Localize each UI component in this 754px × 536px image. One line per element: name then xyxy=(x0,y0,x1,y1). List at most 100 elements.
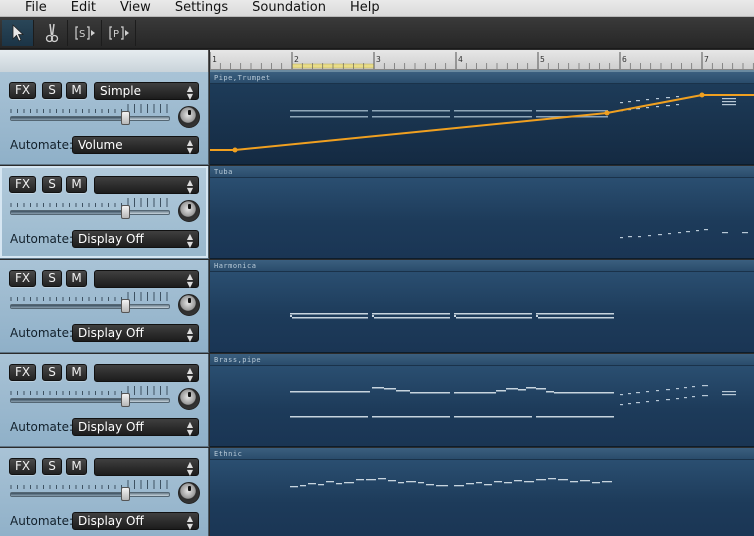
scissors-icon xyxy=(45,23,58,43)
volume-slider-ticks xyxy=(10,480,168,489)
toolbar: S P xyxy=(0,17,754,49)
lane-1-content xyxy=(210,92,754,153)
solo-button[interactable]: S xyxy=(42,458,62,475)
solo-button[interactable]: S xyxy=(42,270,62,287)
solo-button[interactable]: S xyxy=(42,176,62,193)
menu-settings[interactable]: Settings xyxy=(163,0,240,16)
volume-slider[interactable] xyxy=(10,116,170,121)
pan-knob[interactable] xyxy=(178,482,200,504)
automation-point[interactable] xyxy=(699,92,705,98)
ruler-mark: 4 xyxy=(458,55,463,64)
automate-label: Automate: xyxy=(10,326,74,340)
fx-button[interactable]: FX xyxy=(9,270,36,287)
instrument-select[interactable]: ▲ ▼ xyxy=(94,270,199,289)
automate-select[interactable]: Display Off ▲ ▼ xyxy=(72,418,199,437)
p-bracket-tool-button[interactable]: P xyxy=(104,20,136,46)
instrument-select[interactable]: Simple ▲ ▼ xyxy=(94,82,199,101)
menu-file[interactable]: File xyxy=(0,0,59,16)
fx-button[interactable]: FX xyxy=(9,364,36,381)
volume-slider-handle[interactable] xyxy=(121,487,131,501)
automate-label: Automate: xyxy=(10,514,74,528)
note-region[interactable] xyxy=(290,478,612,488)
volume-slider-handle[interactable] xyxy=(121,111,131,125)
track-lane-3[interactable]: Harmonica xyxy=(210,260,754,353)
mute-button[interactable]: M xyxy=(66,82,87,99)
volume-slider-handle[interactable] xyxy=(121,205,131,219)
track-lane-5[interactable]: Ethnic xyxy=(210,448,754,536)
lane-header: Brass,pipe xyxy=(210,354,754,366)
scissors-tool-button[interactable] xyxy=(36,20,68,46)
automation-point[interactable] xyxy=(604,110,610,116)
instrument-select[interactable]: ▲ ▼ xyxy=(94,176,199,195)
instrument-select[interactable]: ▲ ▼ xyxy=(94,458,199,477)
ruler-mark: 5 xyxy=(540,55,545,64)
automation-line[interactable] xyxy=(210,94,754,151)
track-lane-4[interactable]: Brass,pipe xyxy=(210,354,754,447)
instrument-select[interactable]: ▲ ▼ xyxy=(94,364,199,383)
pan-knob[interactable] xyxy=(178,106,200,128)
lane-2-content xyxy=(620,229,748,239)
fx-button[interactable]: FX xyxy=(9,82,36,99)
ruler-mark: 2 xyxy=(294,55,299,64)
automate-select-value: Volume xyxy=(78,138,123,152)
ruler-mark: 6 xyxy=(622,55,627,64)
timeline-ruler[interactable]: 1 2 3 4 5 6 7 xyxy=(210,50,754,70)
menu-soundation[interactable]: Soundation xyxy=(240,0,338,16)
menu-help[interactable]: Help xyxy=(338,0,392,16)
updown-arrows-icon: ▲ ▼ xyxy=(186,514,193,531)
volume-slider-handle[interactable] xyxy=(121,393,131,407)
pan-knob[interactable] xyxy=(178,388,200,410)
note-region[interactable] xyxy=(290,96,736,118)
menu-edit[interactable]: Edit xyxy=(59,0,108,16)
solo-button[interactable]: S xyxy=(42,364,62,381)
automate-select-value: Display Off xyxy=(78,514,144,528)
mute-button[interactable]: M xyxy=(66,270,87,287)
arrow-pointer-icon xyxy=(12,24,24,42)
menu-view[interactable]: View xyxy=(108,0,163,16)
mute-button[interactable]: M xyxy=(66,176,87,193)
automate-select[interactable]: Display Off ▲ ▼ xyxy=(72,230,199,249)
fx-button[interactable]: FX xyxy=(9,176,36,193)
track-list-header xyxy=(0,50,209,72)
pan-knob[interactable] xyxy=(178,200,200,222)
track-control-3: FX S M ▲ ▼ Automate: Display Off ▲ ▼ xyxy=(0,260,209,353)
volume-slider[interactable] xyxy=(10,210,170,215)
volume-slider-fill xyxy=(11,305,125,308)
mute-button[interactable]: M xyxy=(66,364,87,381)
ruler-mark: 3 xyxy=(376,55,381,64)
mute-button[interactable]: M xyxy=(66,458,87,475)
note-region[interactable] xyxy=(620,385,736,406)
automate-label: Automate: xyxy=(10,232,74,246)
lane-name: Harmonica xyxy=(214,262,257,270)
volume-slider-handle[interactable] xyxy=(121,299,131,313)
automate-label: Automate: xyxy=(10,138,74,152)
automate-select[interactable]: Display Off ▲ ▼ xyxy=(72,512,199,531)
lane-name: Tuba xyxy=(214,168,233,176)
automation-point[interactable] xyxy=(232,147,238,153)
lane-header: Tuba xyxy=(210,166,754,178)
solo-button[interactable]: S xyxy=(42,82,62,99)
lane-header: Pipe,Trumpet xyxy=(210,72,754,84)
s-bracket-tool-button[interactable]: S xyxy=(70,20,102,46)
note-region[interactable] xyxy=(290,387,614,418)
volume-slider[interactable] xyxy=(10,398,170,403)
track-control-5: FX S M ▲ ▼ Automate: Display Off ▲ ▼ xyxy=(0,448,209,536)
ruler-ticks xyxy=(210,52,754,69)
pan-knob[interactable] xyxy=(178,294,200,316)
track-control-2: FX S M ▲ ▼ Automate: Display Off ▲ ▼ xyxy=(0,166,209,259)
track-lane-1[interactable]: Pipe,Trumpet xyxy=(210,72,754,165)
note-region[interactable] xyxy=(620,229,748,239)
lane-header: Harmonica xyxy=(210,260,754,272)
fx-button[interactable]: FX xyxy=(9,458,36,475)
track-lane-2[interactable]: Tuba xyxy=(210,166,754,259)
automate-select[interactable]: Volume ▲ ▼ xyxy=(72,136,199,155)
automate-select[interactable]: Display Off ▲ ▼ xyxy=(72,324,199,343)
note-region[interactable] xyxy=(290,313,614,319)
volume-slider[interactable] xyxy=(10,304,170,309)
instrument-select-value: Simple xyxy=(100,84,141,98)
volume-slider[interactable] xyxy=(10,492,170,497)
automate-label: Automate: xyxy=(10,420,74,434)
ruler-mark: 7 xyxy=(704,55,709,64)
menu-bar: File Edit View Settings Soundation Help xyxy=(0,0,754,17)
pointer-tool-button[interactable] xyxy=(2,20,34,46)
